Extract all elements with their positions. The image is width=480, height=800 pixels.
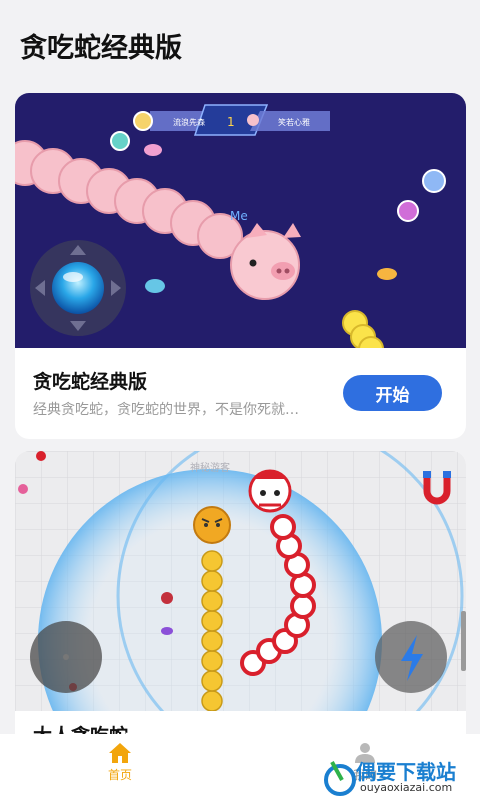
watermark-logo-icon	[324, 761, 356, 796]
scoreboard-left: 流浪先森	[173, 117, 205, 127]
nav-item-label: 首页	[107, 768, 132, 782]
game-card-big[interactable]: 神秘游客	[15, 451, 466, 751]
banner-label: 神秘游客	[190, 461, 230, 474]
joystick[interactable]	[30, 240, 126, 336]
watermark-url: ouyaoxiazai.com	[360, 781, 453, 794]
card-description: 经典贪吃蛇，贪吃蛇的世界，不是你死就…	[33, 402, 299, 418]
home-icon	[109, 743, 131, 763]
game-banner-classic[interactable]: 流浪先森 1 笑若心雅 Me	[15, 93, 466, 362]
site-watermark: 偶要下载站 ouyaoxiazai.com	[320, 752, 480, 800]
card-title: 贪吃蛇经典版	[33, 371, 148, 393]
enemy-snake	[342, 310, 384, 362]
start-button[interactable]: 开始	[343, 375, 442, 411]
game-card-classic[interactable]: 流浪先森 1 笑若心雅 Me 贪吃蛇经典版 经典贪吃蛇，贪吃蛇的世界，不是你死就…	[15, 93, 466, 439]
scoreboard-right: 笑若心雅	[278, 117, 310, 127]
page-title: 贪吃蛇经典版	[20, 33, 182, 64]
game-banner-big[interactable]: 神秘游客	[15, 451, 466, 751]
nav-item-home[interactable]: 首页	[95, 742, 145, 792]
player-label: Me	[230, 209, 248, 223]
scoreboard: 流浪先森 1 笑若心雅	[150, 104, 330, 136]
joystick[interactable]	[30, 621, 102, 693]
scoreboard-rank: 1	[227, 115, 235, 129]
boost-button[interactable]	[375, 621, 447, 693]
